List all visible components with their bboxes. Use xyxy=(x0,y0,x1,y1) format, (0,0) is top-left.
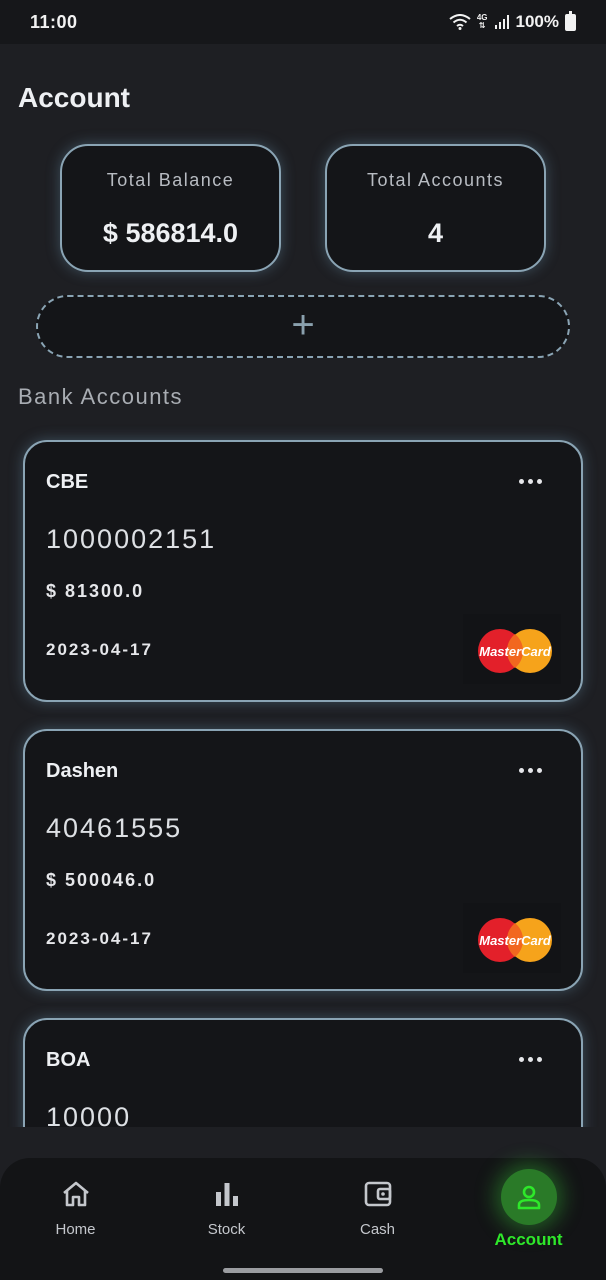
battery-icon xyxy=(565,10,576,31)
signal-icon xyxy=(494,15,509,29)
home-icon xyxy=(62,1181,89,1207)
bank-name: BOA xyxy=(46,1049,91,1071)
bank-name: CBE xyxy=(46,471,89,493)
bank-account-card[interactable]: CBE 1000002151 $ 81300.0 2023-04-17 Mast… xyxy=(23,440,583,702)
total-accounts-card: Total Accounts 4 xyxy=(325,144,546,272)
more-options-icon[interactable] xyxy=(519,761,543,779)
status-time: 11:00 xyxy=(30,11,78,32)
total-accounts-value: 4 xyxy=(427,218,444,248)
nav-label-cash: Cash xyxy=(359,1221,396,1238)
account-balance: $ 500046.0 xyxy=(46,870,157,890)
account-date: 2023-04-17 xyxy=(46,640,153,659)
bar-chart-icon xyxy=(215,1183,238,1206)
total-balance-value: $ 586814.0 xyxy=(102,218,239,248)
nav-label-home: Home xyxy=(55,1221,96,1238)
section-title: Bank Accounts xyxy=(18,384,184,409)
account-number: 40461555 xyxy=(46,813,183,843)
svg-text:MasterCard: MasterCard xyxy=(479,933,552,948)
nav-label-account: Account xyxy=(494,1230,563,1249)
account-number: 1000002151 xyxy=(46,524,217,554)
nav-item-account[interactable]: Account xyxy=(453,1158,604,1258)
battery-percent: 100% xyxy=(515,12,559,31)
status-bar: 11:00 4G ⇅ 100% xyxy=(0,0,606,44)
account-number: 10000 xyxy=(46,1102,132,1127)
wifi-icon xyxy=(449,14,471,30)
bottom-nav: Home Stock Cash Account xyxy=(0,1158,606,1280)
person-icon xyxy=(517,1185,540,1210)
page-title: Account xyxy=(18,82,130,113)
plus-icon: + xyxy=(291,302,315,347)
account-balance: $ 81300.0 xyxy=(46,581,145,601)
account-date: 2023-04-17 xyxy=(46,929,153,948)
more-options-icon[interactable] xyxy=(519,472,543,490)
status-indicators: 4G ⇅ 100% xyxy=(449,10,576,32)
nav-item-home[interactable]: Home xyxy=(0,1158,151,1258)
total-balance-card: Total Balance $ 586814.0 xyxy=(60,144,281,272)
svg-text:MasterCard: MasterCard xyxy=(479,644,552,659)
more-options-icon[interactable] xyxy=(519,1050,543,1068)
total-balance-label: Total Balance xyxy=(106,170,235,190)
bank-account-card[interactable]: BOA 10000 xyxy=(23,1018,583,1127)
nav-label-stock: Stock xyxy=(207,1221,246,1238)
network-type: 4G ⇅ xyxy=(476,13,488,30)
add-account-button[interactable]: + xyxy=(36,295,570,358)
nav-item-cash[interactable]: Cash xyxy=(302,1158,453,1258)
bank-accounts-list[interactable]: CBE 1000002151 $ 81300.0 2023-04-17 Mast… xyxy=(0,420,606,1127)
wallet-icon xyxy=(364,1181,391,1207)
bank-name: Dashen xyxy=(46,760,119,782)
mastercard-logo: MasterCard xyxy=(463,614,561,684)
total-accounts-label: Total Accounts xyxy=(366,170,505,190)
mastercard-logo: MasterCard xyxy=(463,903,561,973)
bank-account-card[interactable]: Dashen 40461555 $ 500046.0 2023-04-17 Ma… xyxy=(23,729,583,991)
nav-item-stock[interactable]: Stock xyxy=(151,1158,302,1258)
home-indicator[interactable] xyxy=(223,1268,383,1273)
